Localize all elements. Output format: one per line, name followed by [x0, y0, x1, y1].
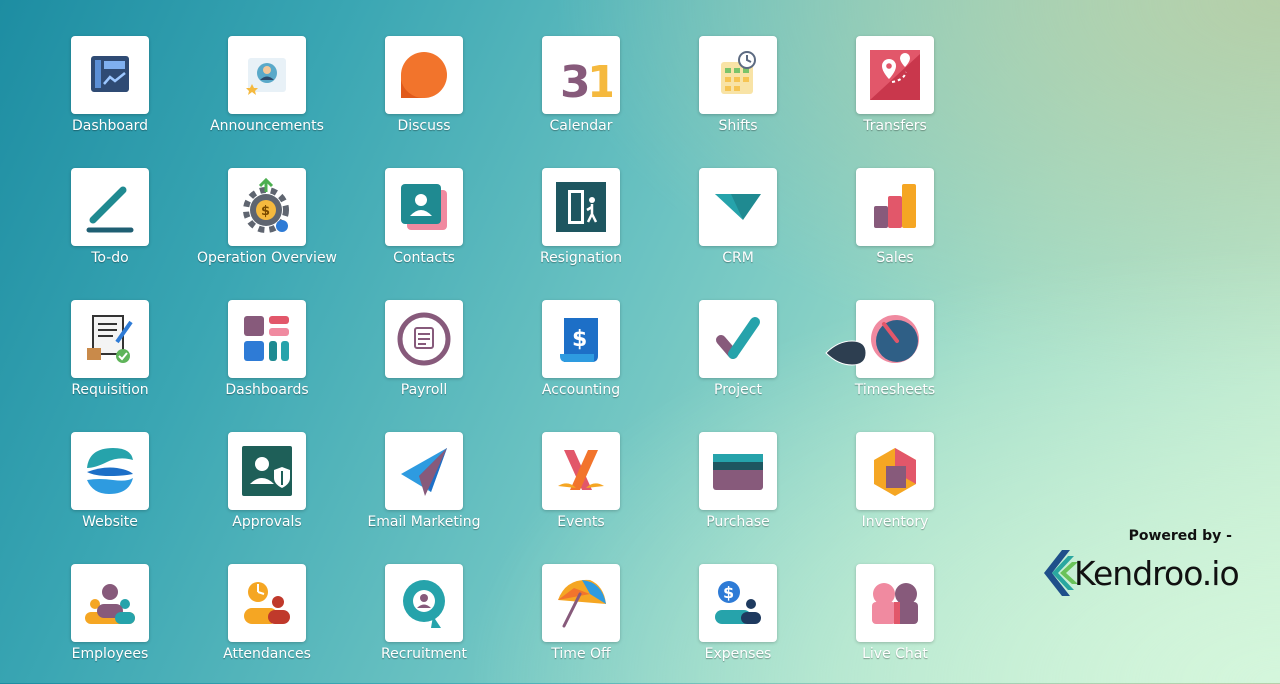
app-label: Expenses [704, 646, 772, 662]
dashboards-icon [244, 316, 289, 361]
employees-icon [85, 584, 135, 624]
app-label: Purchase [706, 514, 770, 530]
contacts-icon [401, 184, 447, 230]
app-label: Inventory [861, 514, 929, 530]
attendances-icon [244, 582, 290, 624]
approvals-icon [242, 446, 292, 496]
sales-icon [874, 184, 916, 228]
app-label: Announcements [210, 118, 324, 134]
svg-text:$: $ [723, 583, 734, 602]
app-resignation[interactable]: Resignation [506, 168, 656, 288]
todo-icon [86, 186, 134, 233]
discuss-icon [401, 52, 447, 98]
accounting-icon: $ [560, 318, 598, 362]
app-label: Dashboard [72, 118, 148, 134]
timesheets-icon [871, 315, 919, 363]
app-calendar[interactable]: 3 1 Calendar [506, 36, 656, 156]
app-label: Dashboards [225, 382, 309, 398]
app-payroll[interactable]: Payroll [349, 300, 499, 420]
app-label: Transfers [863, 118, 927, 134]
app-employees[interactable]: Employees [35, 564, 185, 684]
app-label: Email Marketing [367, 514, 481, 530]
app-dashboard[interactable]: Dashboard [35, 36, 185, 156]
app-dashboards[interactable]: Dashboards [192, 300, 342, 420]
recruitment-icon [403, 580, 445, 628]
app-todo[interactable]: To-do [35, 168, 185, 288]
email-marketing-icon [401, 448, 447, 496]
inventory-icon [874, 448, 916, 496]
app-label: Contacts [393, 250, 455, 266]
app-label: Sales [876, 250, 914, 266]
app-discuss[interactable]: Discuss [349, 36, 499, 156]
app-label: Shifts [718, 118, 758, 134]
app-label: Live Chat [862, 646, 928, 662]
app-time-off[interactable]: Time Off [506, 564, 656, 684]
project-icon [716, 317, 760, 359]
app-label: CRM [722, 250, 754, 266]
app-operation-overview[interactable]: $ Operation Overview [192, 168, 342, 288]
app-label: Attendances [223, 646, 311, 662]
app-label: Employees [71, 646, 149, 662]
powered-by-text: Powered by - [1128, 528, 1232, 544]
app-approvals[interactable]: Approvals [192, 432, 342, 552]
app-crm[interactable]: CRM [663, 168, 813, 288]
app-label: Resignation [539, 250, 623, 266]
app-label: Recruitment [380, 646, 468, 662]
app-inventory[interactable]: Inventory [820, 432, 970, 552]
app-website[interactable]: Website [35, 432, 185, 552]
crm-icon [715, 194, 761, 220]
app-contacts[interactable]: Contacts [349, 168, 499, 288]
app-recruitment[interactable]: Recruitment [349, 564, 499, 684]
expenses-icon: $ [715, 581, 761, 624]
app-requisition[interactable]: Requisition [35, 300, 185, 420]
app-purchase[interactable]: Purchase [663, 432, 813, 552]
operation-overview-icon: $ [243, 177, 289, 233]
app-announcements[interactable]: Announcements [192, 36, 342, 156]
app-email-marketing[interactable]: Email Marketing [349, 432, 499, 552]
app-events[interactable]: Events [506, 432, 656, 552]
app-shifts[interactable]: Shifts [663, 36, 813, 156]
app-project[interactable]: Project [663, 300, 813, 420]
transfers-icon [870, 50, 920, 100]
payroll-icon [397, 312, 451, 366]
svg-text:$: $ [572, 327, 587, 352]
pointer-cursor-icon [825, 340, 867, 366]
requisition-icon [87, 315, 133, 363]
app-label: Project [714, 382, 762, 398]
app-label: To-do [91, 250, 129, 266]
app-label: Timesheets [854, 382, 936, 398]
brand-name: Kendroo.io [1074, 553, 1240, 593]
app-label: Website [82, 514, 138, 530]
app-label: Events [557, 514, 605, 530]
app-label: Time Off [551, 646, 611, 662]
app-label: Approvals [232, 514, 302, 530]
app-live-chat[interactable]: Live Chat [820, 564, 970, 684]
app-transfers[interactable]: Transfers [820, 36, 970, 156]
app-label: Requisition [71, 382, 149, 398]
shifts-icon [721, 51, 756, 94]
app-label: Accounting [541, 382, 621, 398]
kendroo-logo: Kendroo.io [1040, 548, 1240, 598]
app-accounting[interactable]: $ Accounting [506, 300, 656, 420]
announcements-icon [246, 58, 286, 95]
resignation-icon [556, 182, 606, 232]
app-label: Operation Overview [196, 250, 338, 266]
live-chat-icon [872, 583, 918, 624]
app-attendances[interactable]: Attendances [192, 564, 342, 684]
app-label: Calendar [549, 118, 613, 134]
dashboard-icon [91, 56, 129, 92]
website-icon [87, 448, 133, 494]
app-label: Discuss [397, 118, 451, 134]
app-expenses[interactable]: $ Expenses [663, 564, 813, 684]
time-off-icon [558, 579, 606, 628]
branding: Powered by - Kendroo.io [1040, 528, 1240, 598]
svg-text:$: $ [261, 204, 270, 219]
purchase-icon [713, 454, 763, 490]
app-label: Payroll [400, 382, 448, 398]
svg-text:1: 1 [587, 57, 612, 106]
calendar-icon: 3 1 [560, 57, 612, 106]
events-icon [558, 450, 604, 490]
app-sales[interactable]: Sales [820, 168, 970, 288]
